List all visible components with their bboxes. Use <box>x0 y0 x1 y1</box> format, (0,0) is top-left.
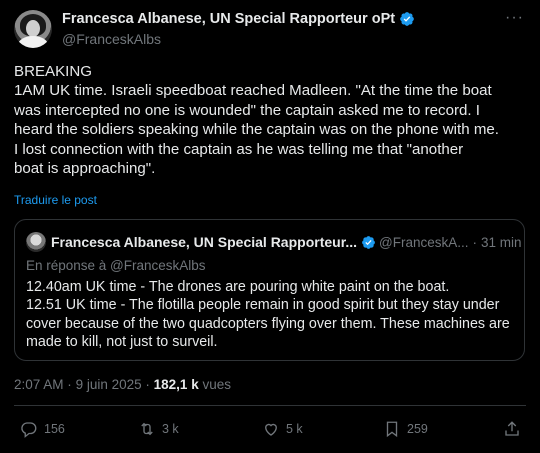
post-line: heard the soldiers speaking while the ca… <box>14 121 499 139</box>
post-line: I lost connection with the captain as he… <box>14 140 464 158</box>
verified-badge-icon <box>362 235 375 249</box>
quoted-author-handle: @FranceskA... <box>379 234 469 250</box>
bookmark-button[interactable]: 259 <box>383 420 428 438</box>
author-avatar[interactable] <box>14 10 52 48</box>
post-line: 1AM UK time. Israeli speedboat reached M… <box>14 82 492 100</box>
post-date[interactable]: 9 juin 2025 <box>76 377 142 392</box>
post-meta: 2:07 AM · 9 juin 2025 · 182,1 k vues <box>14 377 231 392</box>
more-icon[interactable]: ··· <box>505 9 524 27</box>
repost-icon <box>141 422 153 436</box>
verified-badge-icon <box>400 12 414 26</box>
bookmark-icon <box>386 421 398 438</box>
reply-icon <box>21 422 37 438</box>
views-count: 182,1 k <box>153 377 199 392</box>
share-button[interactable] <box>503 420 521 438</box>
heart-icon <box>265 423 277 436</box>
views-label: vues <box>202 377 231 392</box>
quoted-author-name: Francesca Albanese, UN Special Rapporteu… <box>51 234 358 250</box>
author-name[interactable]: Francesca Albanese, UN Special Rapporteu… <box>62 11 395 27</box>
separator-dot: · <box>67 377 72 392</box>
reply-button[interactable]: 156 <box>20 420 65 438</box>
divider <box>14 405 526 406</box>
quoted-line: 12.40am UK time - The drones are pouring… <box>26 279 450 295</box>
quoted-line: made to kill, not just to surveil. <box>26 334 218 351</box>
quoted-line: cover because of the two quadcopters fly… <box>26 315 510 332</box>
separator-dot: · <box>472 234 478 250</box>
quoted-post-text: 12.40am UK time - The drones are pouring… <box>26 278 521 352</box>
quoted-reply-to: En réponse à @FranceskAlbs <box>26 258 206 273</box>
quoted-post-card[interactable]: Francesca Albanese, UN Special Rapporteu… <box>14 219 525 361</box>
action-bar: 156 3 k 5 k 259 <box>0 420 540 444</box>
separator-dot: · <box>145 377 150 392</box>
quoted-post-header: Francesca Albanese, UN Special Rapporteu… <box>26 232 522 252</box>
quoted-author-avatar <box>26 232 46 252</box>
post-text: BREAKING 1AM UK time. Israeli speedboat … <box>14 62 529 178</box>
author-name-row: Francesca Albanese, UN Special Rapporteu… <box>62 11 415 27</box>
author-handle[interactable]: @FranceskAlbs <box>62 31 161 47</box>
post-line: BREAKING <box>14 63 93 80</box>
quoted-post-time: 31 min <box>481 234 522 250</box>
share-icon <box>505 421 519 436</box>
reply-count: 156 <box>44 422 65 436</box>
post-line: was intercepted no one is wounded" the c… <box>14 101 480 119</box>
post-line: boat is approaching". <box>14 160 156 178</box>
like-button[interactable]: 5 k <box>262 420 303 438</box>
post-time[interactable]: 2:07 AM <box>14 377 64 392</box>
repost-count: 3 k <box>162 422 179 436</box>
like-count: 5 k <box>286 422 303 436</box>
post-header: Francesca Albanese, UN Special Rapporteu… <box>14 9 526 49</box>
quoted-line: 12.51 UK time - The flotilla people rema… <box>26 297 500 314</box>
bookmark-count: 259 <box>407 422 428 436</box>
repost-button[interactable]: 3 k <box>138 420 179 438</box>
translate-post-link[interactable]: Traduire le post <box>14 193 97 207</box>
